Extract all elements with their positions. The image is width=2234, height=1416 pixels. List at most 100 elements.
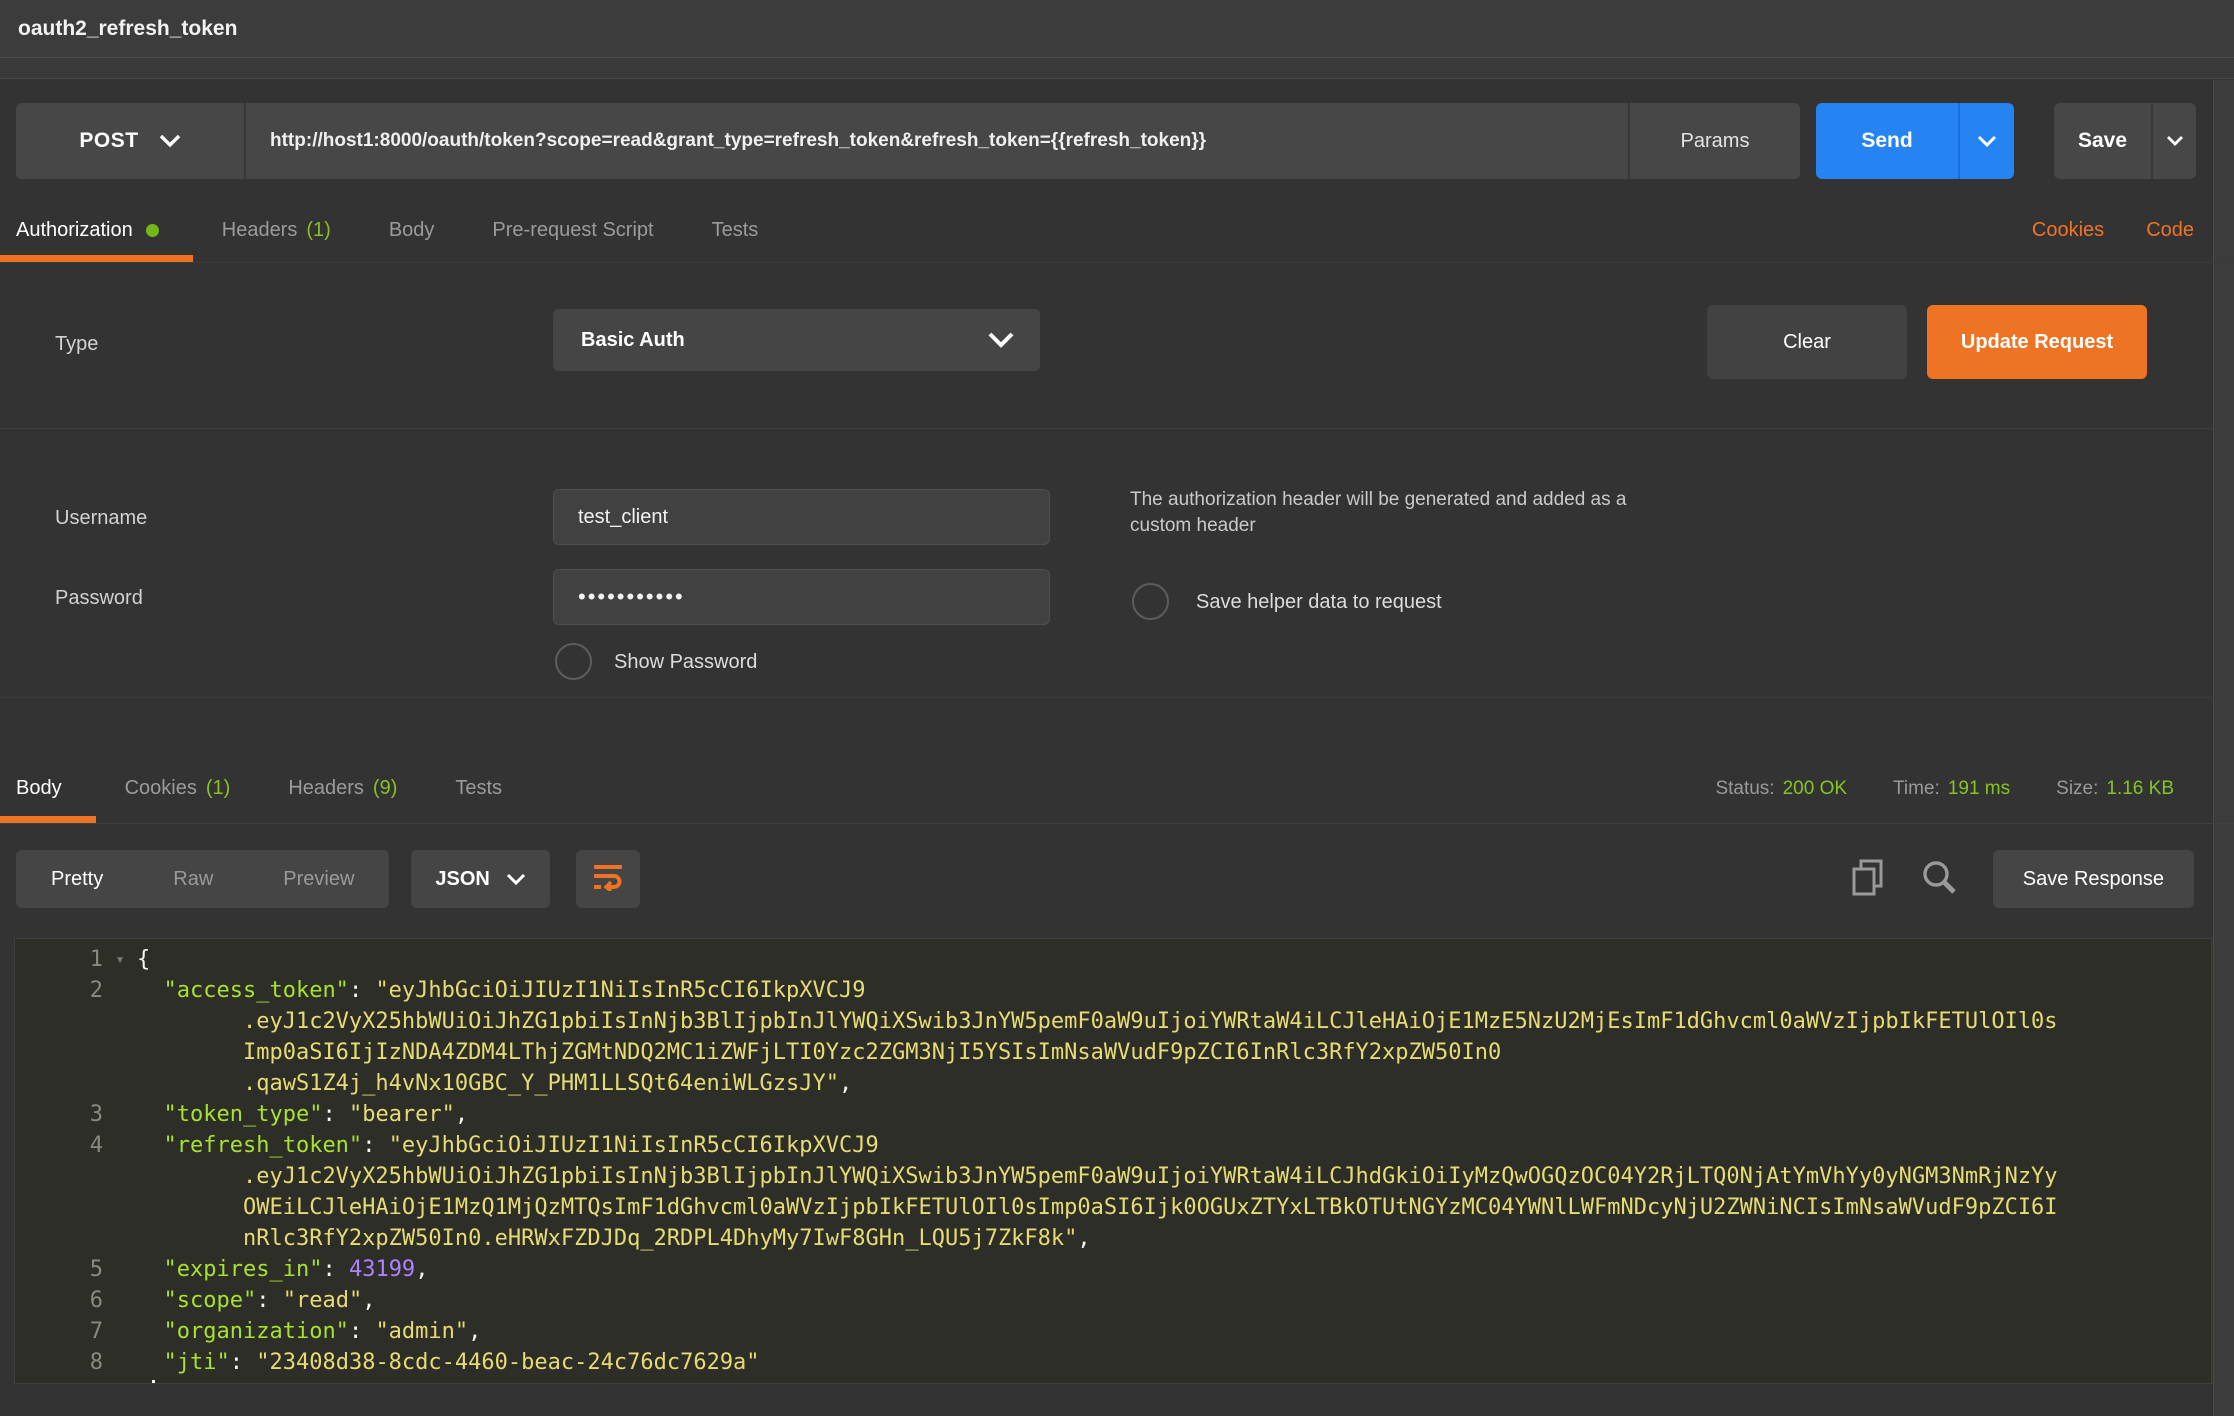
search-icon xyxy=(1921,859,1957,900)
tab-headers[interactable]: Headers (1) xyxy=(193,199,360,262)
copy-button[interactable] xyxy=(1851,858,1885,901)
url-group: POST Params xyxy=(16,103,1800,179)
code-text: "access_token": "eyJhbGciOiJIUzI1NiIsInR… xyxy=(137,975,2211,1006)
clear-label: Clear xyxy=(1783,331,1831,354)
response-meta: Status:200 OK Time:191 ms Size:1.16 KB xyxy=(1715,754,2234,823)
code-token: : xyxy=(322,1102,349,1127)
view-preview-button[interactable]: Preview xyxy=(248,850,389,908)
code-token: , xyxy=(415,1257,428,1282)
fold-spacer xyxy=(103,1192,137,1223)
chevron-down-icon xyxy=(1977,135,1997,148)
save-response-label: Save Response xyxy=(2023,868,2164,891)
show-password-toggle[interactable] xyxy=(555,643,592,680)
code-token: .eyJ1c2VyX25hbWUiOiJhZG1pbiIsInNjb3BlIjp… xyxy=(243,1009,2058,1034)
code-link[interactable]: Code xyxy=(2146,219,2194,242)
line-number: 9 xyxy=(15,1378,103,1384)
view-pretty-button[interactable]: Pretty xyxy=(16,850,138,908)
response-controls: Pretty Raw Preview JSON xyxy=(0,850,2234,908)
code-token: "bearer" xyxy=(349,1102,455,1127)
line-number xyxy=(15,1068,103,1099)
response-tabs: Body Cookies (1) Headers (9) Tests Statu… xyxy=(0,754,2234,824)
method-dropdown[interactable]: POST xyxy=(16,103,246,179)
code-text: "token_type": "bearer", xyxy=(137,1099,2211,1130)
save-button[interactable]: Save xyxy=(2054,103,2151,179)
line-number xyxy=(15,1223,103,1254)
save-helper-toggle[interactable] xyxy=(1132,583,1169,620)
tab-response-cookies[interactable]: Cookies (1) xyxy=(96,754,260,823)
response-body-viewer[interactable]: 1▾{2 "access_token": "eyJhbGciOiJIUzI1Ni… xyxy=(14,938,2212,1384)
code-token: : xyxy=(349,1319,376,1344)
view-mode-group: Pretty Raw Preview xyxy=(16,850,389,908)
line-number: 3 xyxy=(15,1099,103,1130)
password-field[interactable] xyxy=(553,569,1050,625)
code-token: "23408d38-8cdc-4460-beac-24c76dc7629a" xyxy=(256,1350,759,1375)
send-label: Send xyxy=(1861,129,1912,153)
code-line: 5 "expires_in": 43199, xyxy=(15,1254,2211,1285)
tab-response-tests[interactable]: Tests xyxy=(426,754,531,823)
code-token: "eyJhbGciOiJIUzI1NiIsInR5cCI6IkpXVCJ9 xyxy=(375,978,865,1003)
tab-tests[interactable]: Tests xyxy=(683,199,788,262)
fold-toggle-icon[interactable]: ▾ xyxy=(103,944,137,975)
tab-tests-label: Tests xyxy=(712,219,759,242)
save-response-button[interactable]: Save Response xyxy=(1993,850,2194,908)
code-token: nRlc3RfY2xpZW50In0.eHRWxFZDJDq_2RDPL4Dhy… xyxy=(243,1226,1077,1251)
method-label: POST xyxy=(79,129,138,153)
send-button[interactable]: Send xyxy=(1816,103,1958,179)
auth-active-dot-icon xyxy=(146,224,159,237)
time-value: 191 ms xyxy=(1948,778,2010,799)
code-token: } xyxy=(137,1381,150,1384)
tab-prerequest-script[interactable]: Pre-request Script xyxy=(463,199,682,262)
line-number xyxy=(15,1192,103,1223)
code-token: OWEiLCJleHAiOjE1MzQ1MjQzMTQsImF1dGhvcml0… xyxy=(243,1195,2058,1220)
tab-authorization[interactable]: Authorization xyxy=(0,199,193,262)
code-text: "scope": "read", xyxy=(137,1285,2211,1316)
format-dropdown[interactable]: JSON xyxy=(411,850,549,908)
tab-response-body[interactable]: Body xyxy=(0,754,96,823)
request-title: oauth2_refresh_token xyxy=(18,17,237,41)
line-number xyxy=(15,1161,103,1192)
fold-spacer xyxy=(103,1347,137,1378)
tab-authorization-label: Authorization xyxy=(16,219,133,242)
url-input[interactable] xyxy=(246,103,1628,179)
save-options-button[interactable] xyxy=(2151,103,2196,179)
code-line: Imp0aSI6IjIzNDA4ZDM4LThjZGMtNDQ2MC1iZWFj… xyxy=(15,1037,2211,1068)
code-line: 6 "scope": "read", xyxy=(15,1285,2211,1316)
params-button[interactable]: Params xyxy=(1628,103,1800,179)
fold-spacer xyxy=(103,975,137,1006)
wrap-text-button[interactable] xyxy=(576,850,640,908)
line-number: 5 xyxy=(15,1254,103,1285)
fold-spacer xyxy=(103,1378,137,1384)
send-options-button[interactable] xyxy=(1958,103,2014,179)
view-raw-button[interactable]: Raw xyxy=(138,850,248,908)
code-text: "jti": "23408d38-8cdc-4460-beac-24c76dc7… xyxy=(137,1347,2211,1378)
username-field[interactable] xyxy=(553,489,1050,545)
update-request-button[interactable]: Update Request xyxy=(1927,305,2147,379)
code-token: "read" xyxy=(283,1288,362,1313)
code-line: 7 "organization": "admin", xyxy=(15,1316,2211,1347)
fold-spacer xyxy=(103,1285,137,1316)
code-token: , xyxy=(1077,1226,1090,1251)
tab-response-headers[interactable]: Headers (9) xyxy=(259,754,426,823)
code-token: .eyJ1c2VyX25hbWUiOiJhZG1pbiIsInNjb3BlIjp… xyxy=(243,1164,2058,1189)
line-number xyxy=(15,1006,103,1037)
code-token: "eyJhbGciOiJIUzI1NiIsInR5cCI6IkpXVCJ9 xyxy=(389,1133,879,1158)
code-token: .qawS1Z4j_h4vNx10GBC_Y_PHM1LLSQt64eniWLG… xyxy=(243,1071,839,1096)
chevron-down-icon xyxy=(988,332,1040,348)
line-number: 8 xyxy=(15,1347,103,1378)
toolbar-strip xyxy=(0,58,2234,79)
send-button-group: Send xyxy=(1816,103,2014,179)
cookies-count-badge: (1) xyxy=(206,777,230,800)
clear-button[interactable]: Clear xyxy=(1707,305,1907,379)
fold-spacer xyxy=(103,1161,137,1192)
code-token: : xyxy=(349,978,376,1003)
auth-type-dropdown[interactable]: Basic Auth xyxy=(553,309,1040,371)
tab-body[interactable]: Body xyxy=(360,199,464,262)
search-button[interactable] xyxy=(1921,859,1957,900)
request-bar: POST Params Send Save xyxy=(16,103,2234,179)
tab-headers-label: Headers xyxy=(222,219,298,242)
code-token: : xyxy=(322,1257,349,1282)
auth-type-value: Basic Auth xyxy=(553,329,988,352)
cookies-link[interactable]: Cookies xyxy=(2032,219,2104,242)
tab-response-headers-label: Headers xyxy=(288,777,364,800)
line-number: 2 xyxy=(15,975,103,1006)
